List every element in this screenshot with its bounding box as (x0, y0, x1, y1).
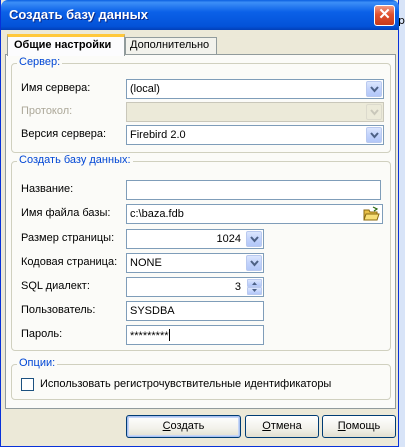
cancel-button-label: тмена (270, 420, 302, 432)
open-folder-icon (363, 206, 380, 221)
codepage-dropdown-button[interactable] (246, 255, 262, 271)
page-size-value: 1024 (216, 233, 241, 245)
create-button-label: оздать (170, 420, 205, 432)
server-group: Сервер: Имя сервера: (local) Протокол: В… (11, 56, 391, 153)
background-text: р (398, 14, 405, 27)
server-name-value: (local) (130, 83, 160, 95)
create-database-group: Создать базу данных: Название: Имя файла… (11, 154, 391, 351)
sql-dialect-value: 3 (234, 281, 241, 293)
help-button-label: омощь (345, 420, 381, 432)
user-value: SYSDBA (130, 305, 175, 317)
options-group-title: Опции: (17, 357, 58, 369)
page-size-dropdown-button[interactable] (246, 231, 262, 247)
background-window: р (398, 0, 405, 447)
chevron-down-icon (250, 260, 259, 267)
server-name-select[interactable]: (local) (126, 79, 384, 99)
close-icon: ✕ (378, 6, 391, 23)
create-database-group-title: Создать базу данных: (17, 154, 133, 166)
server-group-title: Сервер: (17, 56, 63, 68)
user-label: Пользователь: (21, 304, 96, 316)
tab-general-settings[interactable]: Общие настройки (7, 34, 125, 56)
title-bar[interactable]: Создать базу данных ✕ (1, 0, 399, 30)
case-sensitive-checkbox[interactable] (21, 378, 34, 391)
page-size-label: Размер страницы: (21, 232, 115, 244)
database-name-input[interactable] (126, 180, 381, 200)
cancel-button-accel: О (262, 420, 271, 432)
create-database-dialog: Создать базу данных ✕ Общие настройки До… (0, 0, 399, 447)
help-button[interactable]: Помощь (322, 415, 396, 438)
server-version-label: Версия сервера: (21, 128, 107, 140)
page-size-select[interactable]: 1024 (126, 229, 264, 249)
codepage-value: NONE (130, 257, 162, 269)
server-name-dropdown-button[interactable] (366, 81, 382, 97)
tab-general-settings-label: Общие настройки (14, 39, 112, 51)
case-sensitive-label[interactable]: Использовать регистрочувствительные иден… (40, 378, 331, 390)
protocol-select (126, 102, 384, 122)
codepage-select[interactable]: NONE (126, 253, 264, 273)
database-name-label: Название: (21, 183, 74, 195)
database-file-label: Имя файла базы: (21, 207, 111, 219)
window-title: Создать базу данных (9, 7, 148, 22)
database-file-value: c:\baza.fdb (130, 208, 184, 220)
password-label: Пароль: (21, 328, 63, 340)
tab-additional-label: Дополнительно (130, 39, 210, 51)
text-cursor (168, 329, 170, 341)
chevron-down-icon (370, 132, 379, 139)
options-group: Опции: Использовать регистрочувствительн… (11, 357, 391, 400)
cancel-button[interactable]: Отмена (245, 415, 319, 438)
spin-up-button[interactable] (247, 279, 262, 287)
browse-file-button[interactable] (363, 206, 380, 222)
help-button-accel: П (337, 420, 346, 432)
password-value: ********* (130, 330, 169, 342)
database-file-input[interactable]: c:\baza.fdb (126, 204, 383, 224)
server-version-value: Firebird 2.0 (130, 129, 186, 141)
create-button-accel: С (162, 420, 171, 432)
arrow-down-icon (252, 289, 257, 292)
tab-additional[interactable]: Дополнительно (125, 37, 217, 55)
arrow-up-icon (252, 282, 257, 285)
spin-down-button[interactable] (247, 287, 262, 295)
server-version-dropdown-button[interactable] (366, 127, 382, 143)
protocol-label: Протокол: (21, 105, 73, 117)
create-button[interactable]: Создать (126, 415, 241, 438)
tab-panel: Сервер: Имя сервера: (local) Протокол: В… (5, 54, 396, 409)
sql-dialect-label: SQL диалект: (21, 280, 90, 292)
sql-dialect-spin-buttons[interactable] (247, 279, 262, 295)
chevron-down-icon (250, 236, 259, 243)
protocol-dropdown-button (366, 104, 382, 120)
server-name-label: Имя сервера: (21, 82, 91, 94)
close-button[interactable]: ✕ (374, 5, 395, 26)
codepage-label: Кодовая страница: (21, 256, 118, 268)
chevron-down-icon (370, 86, 379, 93)
user-input[interactable]: SYSDBA (126, 301, 264, 321)
server-version-select[interactable]: Firebird 2.0 (126, 125, 384, 145)
sql-dialect-spinner[interactable]: 3 (126, 277, 264, 297)
chevron-down-icon (370, 109, 379, 116)
password-input[interactable]: ********* (126, 325, 264, 345)
